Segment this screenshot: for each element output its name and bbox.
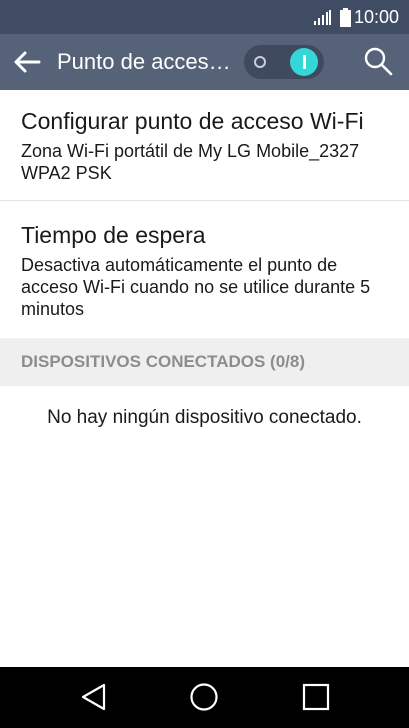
switch-off-mark xyxy=(254,56,266,68)
app-toolbar: Punto de acceso Wi-Fi xyxy=(0,34,409,90)
battery-icon xyxy=(340,8,351,27)
preference-summary: Zona Wi-Fi portátil de My LG Mobile_2327… xyxy=(21,141,360,183)
recents-square-icon[interactable] xyxy=(300,681,332,713)
switch-on-mark xyxy=(302,55,306,69)
navigation-bar xyxy=(0,667,409,728)
page-title: Punto de acceso Wi-Fi xyxy=(57,49,237,74)
arrow-left-icon[interactable] xyxy=(12,48,42,76)
preference-title: Tiempo de espera xyxy=(21,222,206,248)
preference-timeout[interactable]: Tiempo de espera Desactiva automáticamen… xyxy=(0,201,409,337)
preference-configure-hotspot[interactable]: Configurar punto de acceso Wi-Fi Zona Wi… xyxy=(0,90,409,200)
no-devices-message: No hay ningún dispositivo conectado. xyxy=(47,407,362,428)
hotspot-toggle-switch[interactable] xyxy=(244,45,324,79)
section-header-label: DISPOSITIVOS CONECTADOS (0/8) xyxy=(21,352,306,371)
status-bar: 10:00 xyxy=(0,0,409,34)
connected-devices-header: DISPOSITIVOS CONECTADOS (0/8) xyxy=(0,338,409,386)
switch-knob xyxy=(290,48,318,76)
status-clock: 10:00 xyxy=(354,7,400,27)
signal-icon xyxy=(314,10,331,25)
home-circle-icon[interactable] xyxy=(188,681,220,713)
back-triangle-icon[interactable] xyxy=(78,681,110,713)
search-icon[interactable] xyxy=(363,46,393,76)
preference-title: Configurar punto de acceso Wi-Fi xyxy=(21,108,364,134)
preference-summary: Desactiva automáticamente el punto de ac… xyxy=(21,255,371,319)
